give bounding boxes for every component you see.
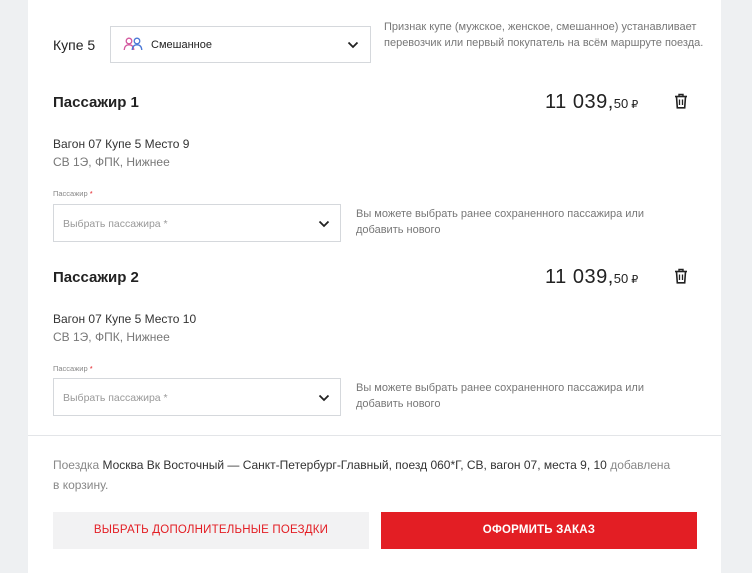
order-card: Купе 5 Смешанное Признак купе (мужское, …	[28, 0, 721, 573]
checkout-button[interactable]: ОФОРМИТЬ ЗАКАЗ	[381, 512, 697, 549]
passenger-2-select[interactable]: Выбрать пассажира *	[53, 378, 341, 416]
passenger-1-hint: Вы можете выбрать ранее сохраненного пас…	[356, 208, 644, 236]
passenger-1-title: Пассажир 1	[53, 94, 139, 111]
price-kopecks: 50	[613, 96, 629, 111]
chevron-down-icon	[318, 220, 330, 228]
passenger-1-seat: Вагон 07 Купе 5 Место 9	[53, 137, 190, 151]
passenger-2-car: СВ 1Э, ФПК, Нижнее	[53, 330, 170, 344]
passenger-2-price: 11 039,50 ₽	[545, 266, 639, 289]
price-kopecks: 50	[613, 271, 629, 286]
people-mixed-icon	[123, 37, 143, 51]
passenger-2-field-label: Пассажир *	[53, 364, 93, 373]
coupe-gender-value: Смешанное	[151, 39, 212, 51]
trash-icon[interactable]	[674, 93, 688, 109]
coupe-note: Признак купе (мужское, женское, смешанно…	[384, 21, 704, 49]
passenger-1-price: 11 039,50 ₽	[545, 91, 639, 114]
currency-sign: ₽	[631, 274, 639, 286]
chevron-down-icon	[318, 394, 330, 402]
passenger-select-placeholder: Выбрать пассажира *	[63, 218, 168, 230]
passenger-1-select[interactable]: Выбрать пассажира *	[53, 204, 341, 242]
chevron-down-icon	[347, 41, 359, 49]
passenger-2-title: Пассажир 2	[53, 269, 139, 286]
summary-trip: Москва Вк Восточный — Санкт-Петербург-Гл…	[102, 458, 607, 472]
coupe-gender-select[interactable]: Смешанное	[110, 26, 371, 63]
more-trips-button[interactable]: ВЫБРАТЬ ДОПОЛНИТЕЛЬНЫЕ ПОЕЗДКИ	[53, 512, 369, 549]
passenger-2-seat: Вагон 07 Купе 5 Место 10	[53, 312, 197, 326]
passenger-1-field-label: Пассажир *	[53, 189, 93, 198]
summary-prefix: Поездка	[53, 458, 100, 472]
passenger-select-placeholder: Выбрать пассажира *	[63, 392, 168, 404]
coupe-label: Купе 5	[53, 37, 96, 53]
passenger-1-car: СВ 1Э, ФПК, Нижнее	[53, 155, 170, 169]
divider	[28, 435, 721, 436]
currency-sign: ₽	[631, 99, 639, 111]
cart-summary: Поездка Москва Вк Восточный — Санкт-Пете…	[53, 455, 673, 495]
trash-icon[interactable]	[674, 268, 688, 284]
price-main: 11 039,	[545, 91, 614, 113]
passenger-2-hint: Вы можете выбрать ранее сохраненного пас…	[356, 382, 644, 410]
price-main: 11 039,	[545, 266, 614, 288]
